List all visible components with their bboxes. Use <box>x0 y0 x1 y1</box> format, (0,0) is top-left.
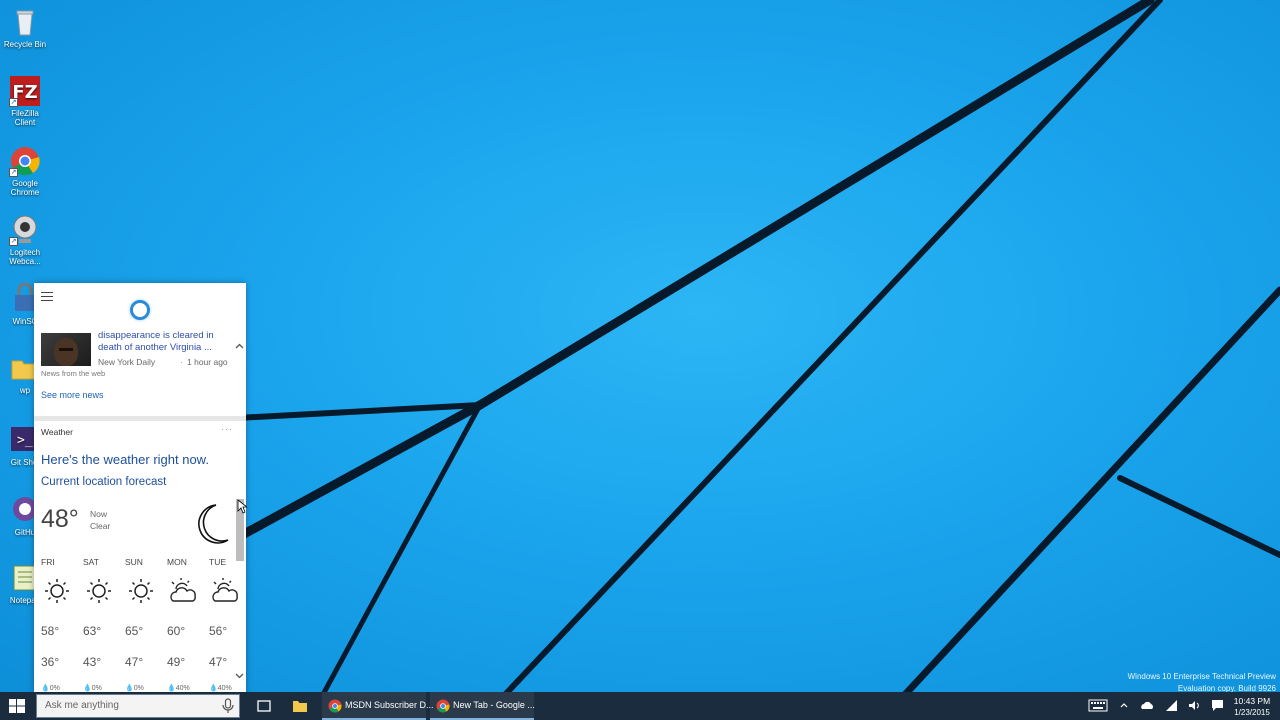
chrome-icon: ↗ <box>9 145 41 177</box>
touch-keyboard-icon[interactable] <box>1088 699 1108 717</box>
forecast-high: 65° <box>125 624 144 638</box>
forecast-low: 36° <box>41 655 60 669</box>
current-temperature: 48° <box>41 505 79 533</box>
forecast-low: 47° <box>125 655 144 669</box>
forecast-precip: 💧40% <box>209 685 232 692</box>
desktop-icon-label: FileZilla Client <box>11 109 39 127</box>
news-source: New York Daily <box>98 357 156 367</box>
news-headline[interactable]: disappearance is cleared in death of ano… <box>98 330 236 354</box>
news-thumbnail[interactable] <box>41 333 91 366</box>
weather-now-label: Now <box>90 509 108 519</box>
show-hidden-icons-chevron-icon[interactable] <box>1119 699 1129 717</box>
forecast-high: 58° <box>41 624 60 638</box>
chrome-icon <box>436 699 450 713</box>
news-from-label: News from the web <box>41 369 106 378</box>
news-separator: · <box>180 357 183 367</box>
desktop-icon-chrome[interactable]: ↗ Google Chrome <box>2 145 48 197</box>
forecast-high: 56° <box>209 624 228 638</box>
forecast-low: 43° <box>83 655 102 669</box>
weather-condition: Clear <box>90 521 111 531</box>
desktop-icon-recycle-bin[interactable]: Recycle Bin <box>2 6 48 49</box>
hamburger-menu-icon[interactable] <box>41 292 53 302</box>
partly-cloudy-icon <box>210 577 240 610</box>
file-explorer-button[interactable] <box>286 692 314 720</box>
clock-date[interactable]: 1/23/2015 <box>1230 708 1274 717</box>
search-input[interactable]: Ask me anything <box>45 700 119 711</box>
search-box[interactable]: Ask me anything <box>36 694 240 718</box>
taskbar-app-new-tab[interactable]: New Tab - Google ... <box>430 692 535 720</box>
microphone-icon[interactable] <box>217 695 239 717</box>
cortana-panel[interactable]: disappearance is cleared in death of ano… <box>34 283 246 693</box>
desktop-icon-filezilla[interactable]: FZ ↗ FileZilla Client <box>2 75 48 127</box>
forecast-day: SUN <box>125 557 143 567</box>
taskbar-app-msdn[interactable]: MSDN Subscriber D... <box>322 692 434 720</box>
forecast-high: 63° <box>83 624 102 638</box>
news-time: 1 hour ago <box>187 357 228 367</box>
volume-icon[interactable] <box>1187 699 1200 717</box>
sun-icon <box>43 577 71 610</box>
taskbar-app-label: New Tab - Google ... <box>453 700 535 710</box>
task-view-icon <box>257 700 271 712</box>
action-center-icon[interactable] <box>1211 699 1224 717</box>
cortana-icon <box>130 300 150 320</box>
sun-icon <box>127 577 155 610</box>
start-button[interactable] <box>0 692 34 720</box>
desktop-icon-label: Google Chrome <box>10 179 40 197</box>
weather-headline: Here's the weather right now. <box>41 452 209 467</box>
weather-location-link[interactable]: Current location forecast <box>41 476 166 488</box>
desktop-icon-label: Logitech Webca... <box>9 248 41 266</box>
scroll-up-chevron-icon[interactable] <box>235 342 244 351</box>
cortana-header <box>34 283 246 331</box>
forecast-high: 60° <box>167 624 186 638</box>
mouse-pointer-icon <box>237 499 249 519</box>
forecast-precip: 💧40% <box>167 685 190 692</box>
card-divider <box>34 416 246 421</box>
folder-icon <box>293 701 307 712</box>
forecast-day: FRI <box>41 557 55 567</box>
see-more-news-link[interactable]: See more news <box>41 390 104 400</box>
weather-card-title: Weather <box>41 427 73 437</box>
forecast-low: 49° <box>167 655 186 669</box>
watermark-line: Windows 10 Enterprise Technical Preview <box>1127 672 1276 681</box>
recycle-bin-icon <box>9 6 41 38</box>
windows-logo-icon <box>9 699 25 713</box>
moon-icon <box>192 502 232 551</box>
clock-time[interactable]: 10:43 PM <box>1230 696 1274 706</box>
desktop-icon-label: Recycle Bin <box>3 40 47 49</box>
scroll-down-chevron-icon[interactable] <box>235 672 244 681</box>
forecast-precip: 💧0% <box>125 685 144 692</box>
task-view-button[interactable] <box>250 692 278 720</box>
sun-icon <box>85 577 113 610</box>
chrome-icon <box>328 699 342 713</box>
svg-text:>_: >_ <box>17 433 33 448</box>
desktop-icon-logitech[interactable]: ↗ Logitech Webca... <box>2 214 48 266</box>
filezilla-icon: FZ ↗ <box>9 75 41 107</box>
partly-cloudy-icon <box>168 577 198 610</box>
more-options-icon[interactable]: ··· <box>221 424 233 434</box>
onedrive-cloud-icon[interactable] <box>1140 699 1154 717</box>
forecast-low: 47° <box>209 655 228 669</box>
taskbar: Ask me anything MSDN Subscriber D... New… <box>0 692 1280 720</box>
forecast-precip: 💧0% <box>83 685 102 692</box>
forecast-day: SAT <box>83 557 99 567</box>
network-signal-icon[interactable] <box>1165 699 1178 717</box>
forecast-precip: 💧0% <box>41 685 60 692</box>
taskbar-app-label: MSDN Subscriber D... <box>345 700 434 710</box>
forecast-day: MON <box>167 557 187 567</box>
webcam-icon: ↗ <box>9 214 41 246</box>
